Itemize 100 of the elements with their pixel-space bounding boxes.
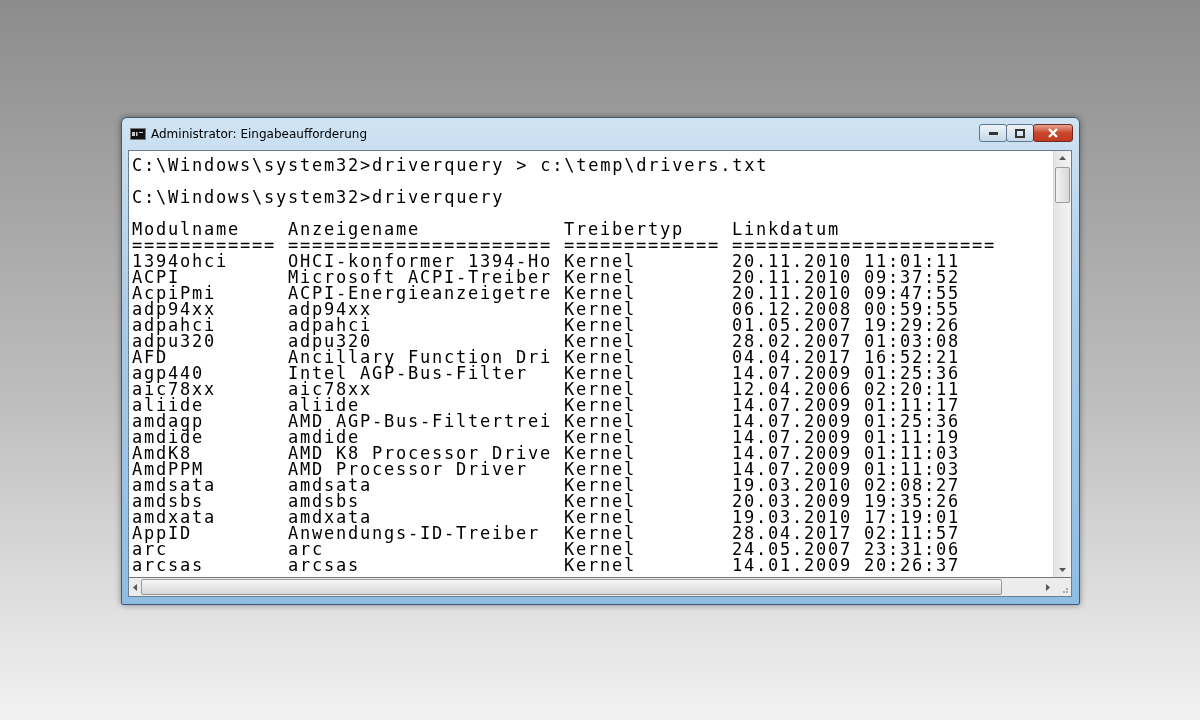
table-cell: arcsas: [288, 557, 361, 573]
close-button[interactable]: [1033, 124, 1073, 142]
table-cell: Kernel: [564, 285, 637, 301]
table-cell: OHCI-konformer 1394-Ho: [288, 253, 553, 269]
scroll-thumb[interactable]: [1055, 167, 1070, 203]
table-cell: Kernel: [564, 541, 637, 557]
table-cell: 20.11.2010 09:37:52: [732, 269, 961, 285]
table-cell: aliide: [132, 397, 205, 413]
table-cell: 28.04.2017 02:11:57: [732, 525, 961, 541]
command-line: C:\Windows\system32>driverquery > c:\temp\drivers.txt: [132, 157, 769, 173]
minimize-button[interactable]: [979, 124, 1007, 142]
left-arrow-icon[interactable]: [133, 583, 137, 591]
table-cell: amdsbs: [288, 493, 361, 509]
table-cell: Intel AGP-Bus-Filter: [288, 365, 529, 381]
table-cell: Kernel: [564, 301, 637, 317]
table-cell: Kernel: [564, 509, 637, 525]
table-cell: Kernel: [564, 349, 637, 365]
table-cell: amdsbs: [132, 493, 205, 509]
table-cell: aliide: [288, 397, 361, 413]
down-arrow-icon[interactable]: [1059, 568, 1066, 572]
table-cell: AmdPPM: [132, 461, 205, 477]
table-cell: 14.07.2009 01:25:36: [732, 365, 961, 381]
table-cell: adpu320: [288, 333, 373, 349]
table-cell: amdxata: [288, 509, 373, 525]
table-cell: aic78xx: [132, 381, 217, 397]
table-cell: Ancillary Function Dri: [288, 349, 553, 365]
table-cell: agp440: [132, 365, 205, 381]
table-cell: 04.04.2017 16:52:21: [732, 349, 961, 365]
table-cell: 12.04.2006 02:20:11: [732, 381, 961, 397]
table-cell: AcpiPmi: [132, 285, 217, 301]
column-header: Linkdatum: [732, 221, 841, 237]
table-cell: 19.03.2010 17:19:01: [732, 509, 961, 525]
table-cell: aic78xx: [288, 381, 373, 397]
table-cell: AmdK8: [132, 445, 193, 461]
table-cell: AMD K8 Processor Drive: [288, 445, 553, 461]
column-header: Modulname: [132, 221, 241, 237]
vertical-scrollbar[interactable]: [1053, 151, 1071, 577]
table-cell: 14.07.2009 01:11:19: [732, 429, 961, 445]
table-cell: Kernel: [564, 477, 637, 493]
table-cell: Kernel: [564, 365, 637, 381]
table-cell: adpahci: [132, 317, 217, 333]
column-header: Anzeigename: [288, 221, 421, 237]
table-cell: amdsata: [132, 477, 217, 493]
table-cell: 28.02.2007 01:03:08: [732, 333, 961, 349]
table-cell: AppID: [132, 525, 193, 541]
table-cell: 01.05.2007 19:29:26: [732, 317, 961, 333]
table-cell: Kernel: [564, 525, 637, 541]
close-icon: [1047, 128, 1059, 138]
table-cell: 06.12.2008 00:59:55: [732, 301, 961, 317]
table-cell: 20.11.2010 11:01:11: [732, 253, 961, 269]
table-cell: ACPI: [132, 269, 181, 285]
table-cell: Kernel: [564, 333, 637, 349]
table-cell: Kernel: [564, 557, 637, 573]
table-cell: adpahci: [288, 317, 373, 333]
table-cell: amdxata: [132, 509, 217, 525]
table-cell: AMD Processor Driver: [288, 461, 529, 477]
table-cell: amdide: [132, 429, 205, 445]
right-arrow-icon[interactable]: [1046, 583, 1050, 591]
minimize-icon: [988, 131, 998, 135]
table-cell: arc: [288, 541, 324, 557]
table-cell: ACPI-Energieanzeigetre: [288, 285, 553, 301]
maximize-button[interactable]: [1006, 124, 1034, 142]
table-cell: 24.05.2007 23:31:06: [732, 541, 961, 557]
table-cell: amdide: [288, 429, 361, 445]
maximize-icon: [1015, 128, 1025, 138]
table-cell: 14.07.2009 01:11:03: [732, 445, 961, 461]
table-cell: amdsata: [288, 477, 373, 493]
table-cell: 20.11.2010 09:47:55: [732, 285, 961, 301]
table-cell: 14.07.2009 01:25:36: [732, 413, 961, 429]
table-cell: Kernel: [564, 413, 637, 429]
table-cell: Kernel: [564, 397, 637, 413]
table-cell: 14.07.2009 01:11:03: [732, 461, 961, 477]
up-arrow-icon[interactable]: [1059, 156, 1066, 160]
column-header: Treibertyp: [564, 221, 685, 237]
table-cell: 14.01.2009 20:26:37: [732, 557, 961, 573]
horizontal-scrollbar[interactable]: [129, 578, 1054, 596]
table-cell: arcsas: [132, 557, 205, 573]
table-cell: Microsoft ACPI-Treiber: [288, 269, 553, 285]
table-cell: adp94xx: [288, 301, 373, 317]
table-cell: Kernel: [564, 493, 637, 509]
table-cell: amdagp: [132, 413, 205, 429]
table-cell: 19.03.2010 02:08:27: [732, 477, 961, 493]
header-rule: ============: [132, 237, 277, 253]
table-cell: 1394ohci: [132, 253, 229, 269]
table-cell: Anwendungs-ID-Treiber: [288, 525, 541, 541]
table-cell: Kernel: [564, 381, 637, 397]
table-cell: Kernel: [564, 461, 637, 477]
table-cell: AFD: [132, 349, 168, 365]
window-title: Administrator: Eingabeaufforderung: [151, 127, 367, 141]
scroll-thumb[interactable]: [141, 579, 1002, 595]
console-icon: [130, 128, 146, 140]
table-cell: adpu320: [132, 333, 217, 349]
table-cell: 14.07.2009 01:11:17: [732, 397, 961, 413]
table-cell: Kernel: [564, 445, 637, 461]
header-rule: ======================: [732, 237, 997, 253]
size-grip-icon[interactable]: [1054, 578, 1071, 596]
table-cell: AMD AGP-Bus-Filtertrei: [288, 413, 553, 429]
table-cell: Kernel: [564, 317, 637, 333]
table-cell: Kernel: [564, 269, 637, 285]
table-cell: 20.03.2009 19:35:26: [732, 493, 961, 509]
